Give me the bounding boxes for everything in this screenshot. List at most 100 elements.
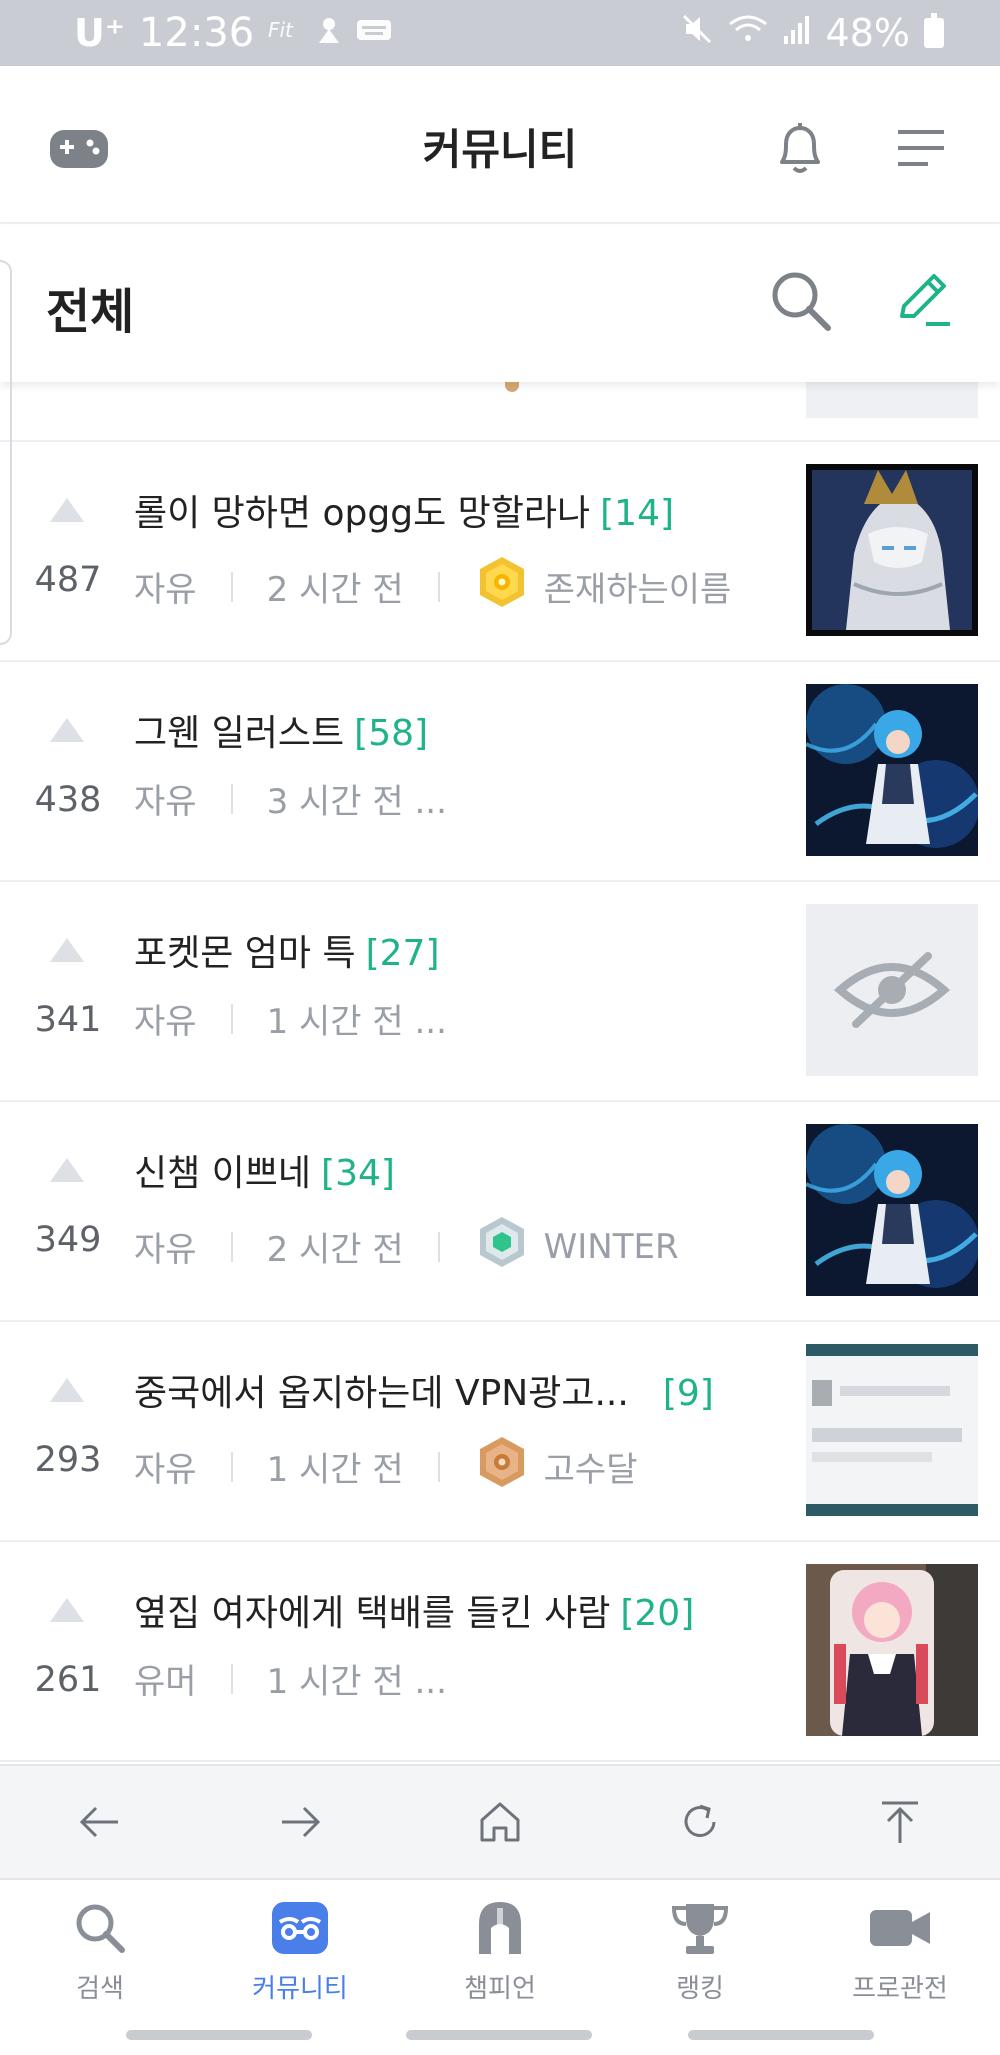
- scroll-top-icon[interactable]: [860, 1782, 940, 1862]
- section-bar: 전체: [0, 226, 1000, 382]
- post-item[interactable]: 293 중국에서 옵지하는데 VPN광고... [9] 자유 1 시간 전 고수달: [0, 1322, 1000, 1542]
- post-thumbnail[interactable]: [806, 684, 978, 856]
- tab-label: 챔피언: [464, 1974, 536, 2004]
- search-icon[interactable]: [766, 266, 836, 340]
- comment-count: [58]: [354, 713, 429, 754]
- gesture-pill: [688, 2030, 874, 2040]
- post-time: 2 시간 전: [266, 1230, 404, 1270]
- vote-count: 487: [34, 560, 102, 600]
- gold-tier-badge-icon: [474, 554, 530, 619]
- post-thumbnail[interactable]: [806, 1564, 978, 1736]
- comment-count: [9]: [662, 1373, 714, 1414]
- divider: [230, 1231, 233, 1262]
- tab-search[interactable]: 검색: [0, 1880, 200, 2014]
- post-time: 1 시간 전 ...: [266, 1662, 447, 1702]
- previous-post-stub: [0, 382, 1000, 442]
- post-item[interactable]: 261 옆집 여자에게 택배를 들킨 사람 [20] 유머 1 시간 전 ...: [0, 1542, 1000, 1762]
- tab-champion[interactable]: 챔피언: [400, 1880, 600, 2014]
- upvote-icon[interactable]: [50, 1158, 84, 1182]
- home-icon[interactable]: [460, 1782, 540, 1862]
- bronze-tier-badge-icon: [474, 1434, 530, 1499]
- video-icon: [868, 1898, 932, 1958]
- post-meta: 유머 1 시간 전 ...: [134, 1654, 447, 1703]
- comment-count: [34]: [321, 1153, 395, 1194]
- tab-community[interactable]: 커뮤니티: [200, 1880, 400, 2014]
- svg-text:Fit: Fit: [268, 18, 294, 42]
- vote-count: 349: [34, 1220, 102, 1260]
- post-category: 자유: [134, 1450, 197, 1490]
- post-meta: 자유 1 시간 전 고수달: [134, 1434, 638, 1499]
- post-title[interactable]: 포켓몬 엄마 특 [27]: [134, 924, 440, 976]
- gesture-pill: [126, 2030, 312, 2040]
- back-icon[interactable]: [60, 1782, 140, 1862]
- trophy-icon: [670, 1898, 730, 1958]
- reload-icon[interactable]: [660, 1782, 740, 1862]
- post-category: 자유: [134, 782, 197, 822]
- post-title[interactable]: 롤이 망하면 opgg도 망할라나 [14]: [134, 484, 674, 536]
- helmet-icon: [473, 1898, 527, 1958]
- post-thumbnail[interactable]: [806, 464, 978, 636]
- post-thumbnail[interactable]: [806, 1344, 978, 1516]
- gesture-pill: [406, 2030, 592, 2040]
- app-header: 커뮤니티: [0, 66, 1000, 224]
- menu-icon[interactable]: [896, 126, 948, 174]
- post-meta: 자유 3 시간 전 ...: [134, 774, 447, 823]
- tab-label: 커뮤니티: [252, 1974, 348, 2004]
- tab-pro-viewing[interactable]: 프로관전: [800, 1880, 1000, 2014]
- post-thumbnail[interactable]: [806, 1124, 978, 1296]
- wifi-icon: [728, 11, 768, 55]
- comment-count: [20]: [620, 1593, 695, 1634]
- platinum-tier-badge-icon: [474, 1214, 530, 1279]
- post-meta: 자유 1 시간 전 ...: [134, 994, 447, 1043]
- post-author[interactable]: 고수달: [544, 1442, 638, 1491]
- upvote-icon[interactable]: [50, 718, 84, 742]
- bottom-tab-bar: 검색 커뮤니티 챔피언 랭킹 프로관전: [0, 1878, 1000, 2014]
- upvote-icon[interactable]: [50, 1598, 84, 1622]
- thumbnail-fragment: [806, 382, 978, 418]
- write-post-icon[interactable]: [890, 266, 956, 336]
- post-item[interactable]: 349 신챔 이쁘네 [34] 자유 2 시간 전 WINTER: [0, 1102, 1000, 1322]
- carrier-label: U⁺: [74, 11, 125, 55]
- upvote-icon[interactable]: [50, 498, 84, 522]
- post-author[interactable]: WINTER: [544, 1227, 679, 1267]
- post-title[interactable]: 신챔 이쁘네 [34]: [134, 1144, 395, 1196]
- post-item[interactable]: 487 롤이 망하면 opgg도 망할라나 [14] 자유 2 시간 전 존재하는…: [0, 442, 1000, 662]
- post-title[interactable]: 그웬 일러스트 [58]: [134, 704, 428, 756]
- section-title[interactable]: 전체: [46, 272, 134, 342]
- post-author[interactable]: 존재하는이름: [544, 562, 732, 611]
- browser-nav-bar: [0, 1764, 1000, 1878]
- battery-percent: 48%: [825, 11, 910, 55]
- post-time: 3 시간 전 ...: [266, 782, 447, 822]
- post-item[interactable]: 341 포켓몬 엄마 특 [27] 자유 1 시간 전 ...: [0, 882, 1000, 1102]
- post-category: 자유: [134, 1230, 197, 1270]
- post-time: 2 시간 전: [266, 570, 404, 610]
- battery-icon: [924, 13, 944, 48]
- tab-ranking[interactable]: 랭킹: [600, 1880, 800, 2014]
- divider: [230, 571, 233, 602]
- comment-count: [14]: [600, 493, 675, 534]
- eye-off-icon: [833, 952, 951, 1028]
- divider: [230, 1451, 233, 1482]
- notification-icon: [316, 15, 342, 52]
- vote-count: 438: [34, 780, 102, 820]
- post-thumbnail[interactable]: [806, 904, 978, 1076]
- post-item[interactable]: 438 그웬 일러스트 [58] 자유 3 시간 전 ...: [0, 662, 1000, 882]
- tab-label: 랭킹: [676, 1974, 724, 2004]
- forward-icon[interactable]: [260, 1782, 340, 1862]
- divider: [230, 783, 233, 814]
- status-time: 12:36: [138, 10, 255, 56]
- status-bar: U⁺ 12:36 Fit 48%: [0, 0, 1000, 66]
- gesture-bar: [0, 2014, 1000, 2055]
- community-icon: [270, 1898, 330, 1958]
- upvote-icon[interactable]: [50, 1378, 84, 1402]
- tab-label: 프로관전: [852, 1974, 948, 2004]
- post-title[interactable]: 옆집 여자에게 택배를 들킨 사람 [20]: [134, 1584, 694, 1636]
- post-time: 1 시간 전: [266, 1450, 404, 1490]
- fit-icon: Fit: [268, 17, 302, 50]
- post-title[interactable]: 중국에서 옵지하는데 VPN광고... [9]: [134, 1364, 714, 1416]
- bell-icon[interactable]: [772, 120, 828, 184]
- post-category: 자유: [134, 1002, 197, 1042]
- drawer-handle[interactable]: [0, 260, 12, 645]
- badge-fragment: [505, 382, 519, 392]
- upvote-icon[interactable]: [50, 938, 84, 962]
